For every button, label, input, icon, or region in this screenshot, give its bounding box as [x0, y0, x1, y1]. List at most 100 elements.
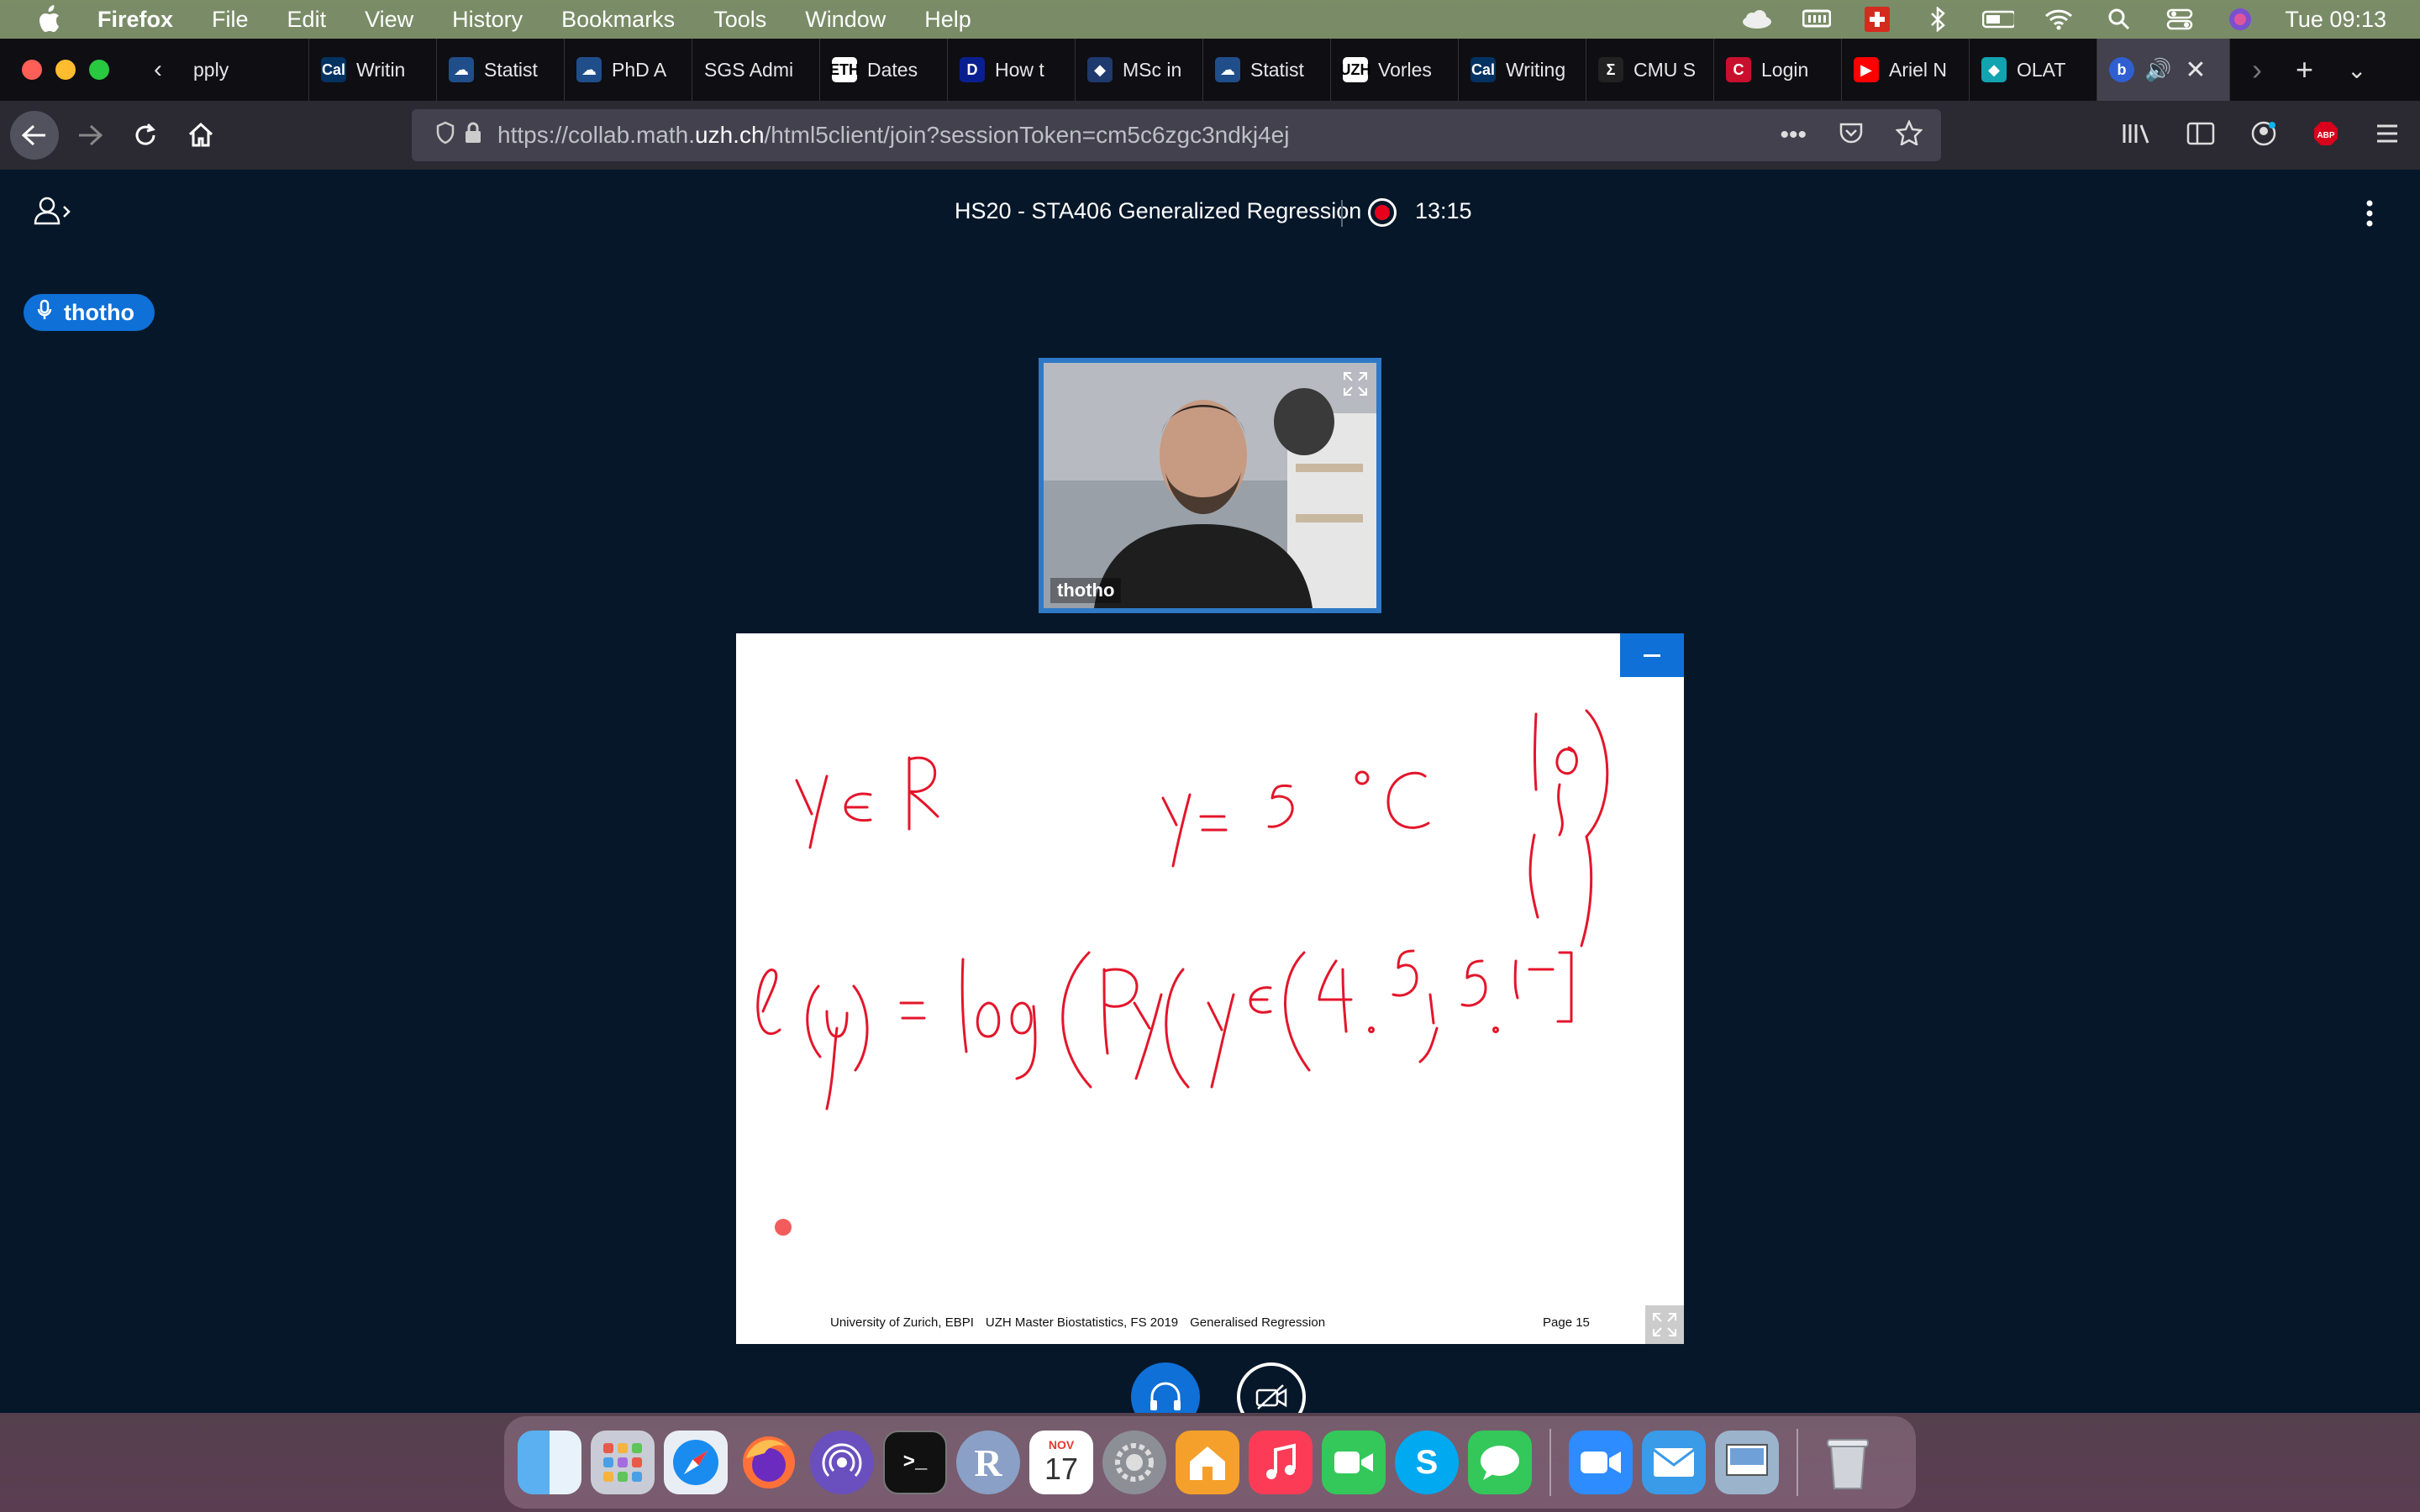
browser-tab[interactable]: ☁ PhD A: [565, 39, 692, 101]
browser-tab[interactable]: ◆ OLAT: [1970, 39, 2097, 101]
share-webcam-button[interactable]: [1237, 1362, 1306, 1413]
swiss-flag-icon[interactable]: [1861, 7, 1893, 32]
menu-bookmarks[interactable]: Bookmarks: [561, 7, 675, 33]
browser-tab[interactable]: pply: [182, 39, 309, 101]
presentation-slide[interactable]: University of Zurich, EBPI UZH Master Bi…: [736, 633, 1684, 1344]
toggle-user-list-icon[interactable]: [34, 195, 76, 228]
calendar-icon[interactable]: NOV 17: [1029, 1431, 1093, 1494]
tab-label: Login: [1761, 58, 1809, 81]
trash-icon[interactable]: [1816, 1431, 1880, 1494]
new-tab-icon[interactable]: +: [2296, 52, 2313, 87]
padlock-icon[interactable]: [464, 121, 482, 150]
minimize-presentation-button[interactable]: [1620, 633, 1684, 677]
wifi-icon[interactable]: [2043, 7, 2075, 32]
launchpad-icon[interactable]: [591, 1431, 655, 1494]
talking-indicator[interactable]: thotho: [24, 294, 155, 331]
podcasts-icon[interactable]: [810, 1431, 874, 1494]
menubar-clock[interactable]: Tue 09:13: [2285, 7, 2386, 33]
account-icon[interactable]: [2250, 120, 2277, 151]
options-menu-icon[interactable]: [2361, 197, 2378, 230]
adblock-plus-icon[interactable]: ABP: [2312, 120, 2339, 151]
facetime-icon[interactable]: [1322, 1431, 1386, 1494]
control-center-icon[interactable]: [2164, 7, 2196, 32]
messages-icon[interactable]: [1468, 1431, 1532, 1494]
tab-favicon-icon: C: [1726, 57, 1751, 82]
menu-app-firefox[interactable]: Firefox: [97, 7, 173, 33]
video-off-icon: [1255, 1384, 1287, 1410]
home-app-icon[interactable]: [1176, 1431, 1239, 1494]
tab-bigbluebutton-active[interactable]: b 🔊 ✕: [2097, 39, 2230, 101]
bluetooth-icon[interactable]: [1922, 7, 1954, 32]
page-actions-menu-icon[interactable]: •••: [1780, 121, 1807, 150]
terminal-icon[interactable]: >_: [883, 1431, 947, 1494]
safari-icon[interactable]: [664, 1431, 728, 1494]
finder-icon[interactable]: [518, 1431, 581, 1494]
tab-label: OLAT: [2017, 58, 2066, 81]
spotlight-search-icon[interactable]: [2103, 7, 2135, 32]
browser-tab[interactable]: ☁ Statist: [437, 39, 565, 101]
zoom-icon[interactable]: [1569, 1431, 1633, 1494]
tab-label: PhD A: [612, 58, 667, 81]
r-app-icon[interactable]: R: [956, 1431, 1020, 1494]
bookmark-star-icon[interactable]: [1895, 118, 1923, 151]
cloud-icon[interactable]: [1740, 7, 1772, 32]
music-icon[interactable]: [1249, 1431, 1313, 1494]
browser-tab[interactable]: ◆ MSc in: [1076, 39, 1203, 101]
browser-tab[interactable]: Σ CMU S: [1586, 39, 1714, 101]
menu-view[interactable]: View: [365, 7, 413, 33]
menu-file[interactable]: File: [212, 7, 249, 33]
battery-icon[interactable]: [1982, 7, 2015, 32]
reload-button[interactable]: [121, 111, 170, 160]
browser-tab[interactable]: UZH Vorles: [1331, 39, 1459, 101]
skype-icon[interactable]: S: [1395, 1431, 1459, 1494]
close-window-button[interactable]: [22, 60, 42, 80]
tab-favicon-icon: UZH: [1340, 57, 1371, 82]
system-preferences-icon[interactable]: [1102, 1431, 1166, 1494]
browser-tab[interactable]: Cal Writing: [1459, 39, 1586, 101]
pocket-icon[interactable]: [1839, 121, 1864, 150]
preview-icon[interactable]: [1715, 1431, 1779, 1494]
firefox-dock-icon[interactable]: [737, 1431, 801, 1494]
browser-tab[interactable]: SGS Admi: [692, 39, 820, 101]
leave-audio-button[interactable]: [1131, 1362, 1200, 1413]
recording-indicator-icon[interactable]: [1368, 198, 1397, 227]
webcam-video[interactable]: thotho: [1039, 358, 1381, 613]
url-bar[interactable]: https://collab.math.uzh.ch/html5client/j…: [412, 109, 1941, 161]
recording-time: 13:15: [1415, 198, 1472, 223]
browser-tab[interactable]: Cal Writin: [309, 39, 437, 101]
menu-history[interactable]: History: [452, 7, 523, 33]
close-tab-icon[interactable]: ✕: [2185, 55, 2206, 85]
minimize-window-button[interactable]: [55, 60, 76, 80]
browser-tab[interactable]: D How t: [948, 39, 1076, 101]
list-all-tabs-icon[interactable]: ⌄: [2347, 56, 2366, 84]
menu-help[interactable]: Help: [924, 7, 971, 33]
menu-window[interactable]: Window: [805, 7, 886, 33]
app-menu-icon[interactable]: [2375, 123, 2400, 149]
scroll-tabs-left-icon[interactable]: ‹: [134, 39, 182, 101]
menu-edit[interactable]: Edit: [287, 7, 327, 33]
webcam-fullscreen-icon[interactable]: [1341, 370, 1370, 398]
tracking-protection-shield-icon[interactable]: [435, 121, 455, 150]
browser-tab[interactable]: C Login: [1714, 39, 1842, 101]
mail-icon[interactable]: [1642, 1431, 1706, 1494]
browser-tab[interactable]: ☁ Statist: [1203, 39, 1331, 101]
menu-tools[interactable]: Tools: [713, 7, 766, 33]
tab-label: Vorles: [1378, 58, 1432, 81]
zoom-window-button[interactable]: [89, 60, 109, 80]
browser-tab[interactable]: ▶ Ariel N: [1842, 39, 1970, 101]
home-button[interactable]: [176, 111, 225, 160]
browser-tab[interactable]: ETH Dates: [820, 39, 948, 101]
scroll-tabs-right-icon[interactable]: ›: [2252, 52, 2262, 87]
presentation-fullscreen-icon[interactable]: [1645, 1305, 1684, 1344]
tab-label: SGS Admi: [704, 58, 794, 81]
library-icon[interactable]: [2121, 121, 2151, 150]
apple-menu-icon[interactable]: [34, 4, 64, 34]
siri-icon[interactable]: [2224, 7, 2256, 32]
speaker-icon[interactable]: 🔊: [2144, 57, 2171, 83]
url-text[interactable]: https://collab.math.uzh.ch/html5client/j…: [497, 122, 1289, 149]
sidebar-icon[interactable]: [2186, 121, 2215, 150]
memory-icon[interactable]: [1801, 7, 1833, 32]
whiteboard-annotations[interactable]: [736, 633, 1684, 1344]
forward-button[interactable]: [66, 111, 114, 160]
back-button[interactable]: [10, 111, 59, 160]
